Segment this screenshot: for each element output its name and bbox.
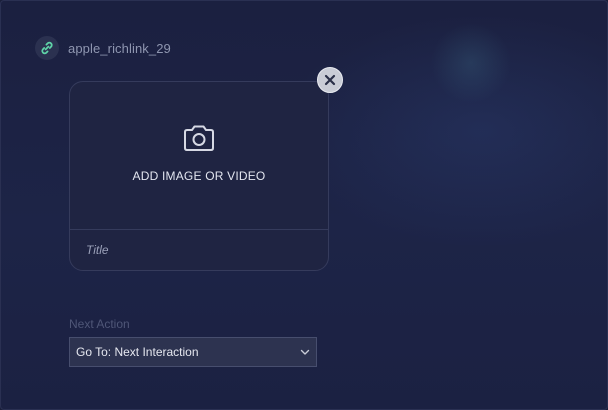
richlink-panel: apple_richlink_29 ADD IMAGE OR VIDEO Tit… [0, 0, 608, 410]
close-button[interactable] [317, 67, 343, 93]
richlink-card: ADD IMAGE OR VIDEO Title [69, 81, 329, 271]
close-icon [324, 74, 336, 86]
node-title: apple_richlink_29 [68, 40, 171, 56]
next-action-value: Go To: Next Interaction [76, 345, 199, 359]
add-media-label: ADD IMAGE OR VIDEO [132, 169, 266, 183]
node-header: apple_richlink_29 [35, 36, 171, 60]
next-action-select[interactable]: Go To: Next Interaction [69, 337, 317, 367]
link-icon [35, 36, 59, 60]
camera-icon [182, 124, 216, 152]
title-field[interactable]: Title [86, 243, 109, 257]
add-media-button[interactable]: ADD IMAGE OR VIDEO [70, 82, 328, 230]
next-action-label: Next Action [69, 317, 130, 331]
chevron-down-icon [300, 347, 310, 357]
